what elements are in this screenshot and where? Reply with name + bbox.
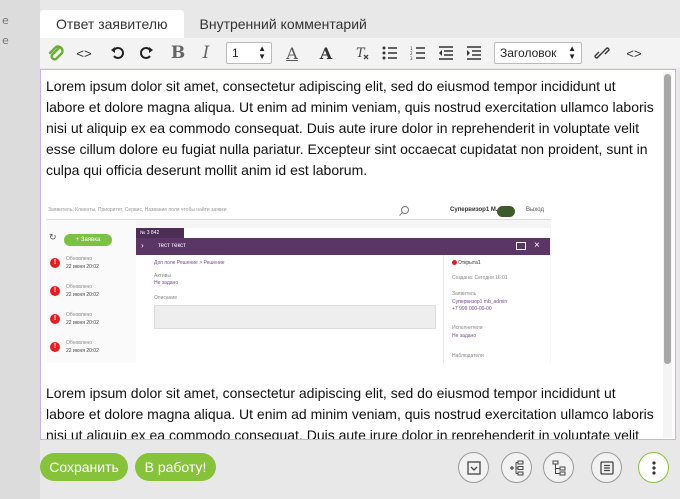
add-subtask-icon <box>509 460 523 475</box>
select-arrows-icon: ▲ ▼ <box>568 44 576 61</box>
embedded-observers-label: Наблюдатели <box>452 353 484 359</box>
embedded-ticket-details: Открыта1 Создана: Сегодня 16:01 Заявител… <box>443 255 550 363</box>
background-page-edge: е е <box>0 0 40 499</box>
embedded-ticket-tab: № 3 842 <box>136 228 184 238</box>
action-footer: Сохранить В работу! <box>40 440 680 499</box>
alert-icon: ! <box>50 342 60 352</box>
source-code-button[interactable]: <> <box>72 41 96 65</box>
embedded-executor-label: Исполнители <box>452 325 483 331</box>
avatar <box>497 206 515 217</box>
hierarchy-icon <box>552 460 565 475</box>
embedded-created: Создана: Сегодня 16:01 <box>452 275 508 281</box>
reply-tabs: Ответ заявителю Внутренний комментарий <box>40 10 383 38</box>
list-item-date: 22 июня 20:02 <box>66 292 99 298</box>
outdent-icon[interactable] <box>434 41 458 65</box>
heading-select-value: Заголовок <box>500 46 557 60</box>
list-item: ! Обновлено 22 июня 20:02 <box>48 338 136 360</box>
maximize-icon <box>516 242 526 250</box>
embedded-search-placeholder: Заявитель, Клиенты, Приоритет, Сервис, Н… <box>48 207 227 213</box>
embedded-header: Заявитель, Клиенты, Приоритет, Сервис, Н… <box>46 203 551 220</box>
to-work-button[interactable]: В работу! <box>135 453 216 481</box>
embedded-executor-value: Не задано <box>452 333 477 339</box>
embedded-description-field <box>154 305 436 329</box>
reply-editor[interactable]: Lorem ipsum dolor sit amet, consectetur … <box>40 69 676 440</box>
font-size-value: 1 <box>232 46 239 60</box>
redo-icon[interactable] <box>134 41 158 65</box>
list-item-label: Обновлено <box>66 340 93 346</box>
list-item-date: 22 июня 20:02 <box>66 264 99 270</box>
list-item-label: Обновлено <box>66 284 93 290</box>
status-dot-icon <box>452 260 457 266</box>
list-item-date: 22 июня 20:02 <box>66 348 99 354</box>
chevron-right-icon: › <box>141 241 144 250</box>
hierarchy-button[interactable] <box>543 452 574 483</box>
list-item-label: Обновлено <box>66 256 93 262</box>
embedded-status-text: Открыта1 <box>458 260 481 266</box>
tab-reply-to-applicant[interactable]: Ответ заявителю <box>40 10 184 38</box>
list-item: ! Обновлено 22 июня 20:02 <box>48 254 136 276</box>
background-text: е <box>2 34 9 47</box>
alert-icon: ! <box>50 258 60 268</box>
document-button[interactable] <box>591 452 622 483</box>
embedded-modal-body: Доп поле Решение > Решение Активы Не зад… <box>136 255 550 363</box>
document-icon <box>599 460 614 475</box>
embedded-description-label: Описание <box>154 295 178 301</box>
search-icon <box>399 206 409 216</box>
alert-icon: ! <box>50 286 60 296</box>
embedded-exit: Выход <box>526 207 544 213</box>
save-button[interactable]: Сохранить <box>40 453 128 481</box>
code-icon[interactable]: <> <box>622 41 646 65</box>
embedded-modal-title: тест текст <box>158 243 186 249</box>
template-button[interactable] <box>458 452 489 483</box>
bold-button[interactable]: B <box>166 41 190 65</box>
svg-text:3: 3 <box>410 56 413 60</box>
link-icon[interactable] <box>590 41 614 65</box>
indent-icon[interactable] <box>462 41 486 65</box>
undo-icon[interactable] <box>106 41 130 65</box>
embedded-user-name: Супервизор1 М. <box>450 207 498 213</box>
attach-icon[interactable] <box>44 41 68 65</box>
background-color-button[interactable]: A <box>314 41 338 65</box>
embedded-phone: +7 999 000-00-00 <box>452 306 492 312</box>
tab-internal-comment[interactable]: Внутренний комментарий <box>184 10 383 38</box>
more-button[interactable] <box>638 452 669 483</box>
add-subtask-button[interactable] <box>501 452 532 483</box>
background-text: е <box>2 14 9 27</box>
embedded-assets-label: Активы <box>154 273 171 279</box>
text-color-button[interactable]: A <box>280 41 304 65</box>
editor-toolbar: <> B I 1 ▲ ▼ A A T 123 Заголовок ▲ ▼ <> <box>40 38 680 68</box>
template-icon <box>466 460 481 475</box>
embedded-applicant: Супервизор1 mb_admin <box>452 299 508 305</box>
editor-scroll-thumb[interactable] <box>664 74 671 364</box>
embedded-ticket-list: ↻ + Заявка ! Обновлено 22 июня 20:02 ! О… <box>46 220 136 363</box>
embedded-modal-header: › тест текст × <box>136 238 550 255</box>
close-icon: × <box>534 240 540 251</box>
editor-paragraph: Lorem ipsum dolor sit amet, consectetur … <box>46 385 654 440</box>
editor-paragraph: Lorem ipsum dolor sit amet, consectetur … <box>46 78 654 178</box>
select-arrows-icon: ▲ ▼ <box>258 44 266 61</box>
embedded-status: Открыта1 <box>452 260 481 266</box>
list-item-date: 22 июня 20:02 <box>66 320 99 326</box>
embedded-screenshot: Заявитель, Клиенты, Приоритет, Сервис, Н… <box>46 203 551 363</box>
list-item: ! Обновлено 22 июня 20:02 <box>48 310 136 332</box>
clear-format-icon[interactable]: T <box>350 41 374 65</box>
embedded-ticket-modal: № 3 842 › тест текст × Доп поле Решение … <box>136 228 550 363</box>
font-size-select[interactable]: 1 ▲ ▼ <box>226 42 272 64</box>
reply-panel: Ответ заявителю Внутренний комментарий <… <box>40 0 680 499</box>
italic-button[interactable]: I <box>194 41 218 65</box>
heading-select[interactable]: Заголовок ▲ ▼ <box>494 42 582 64</box>
embedded-add-button: + Заявка <box>64 234 112 246</box>
embedded-assets-value: Не задано <box>154 280 179 286</box>
more-vertical-icon <box>651 460 656 475</box>
list-item-label: Обновлено <box>66 312 93 318</box>
embedded-applicant-label: Заявитель <box>452 291 477 297</box>
embedded-path: Доп поле Решение > Решение <box>154 260 225 266</box>
numbered-list-icon[interactable]: 123 <box>406 41 430 65</box>
editor-content: Lorem ipsum dolor sit amet, consectetur … <box>46 76 658 440</box>
bullet-list-icon[interactable] <box>378 41 402 65</box>
alert-icon: ! <box>50 314 60 324</box>
refresh-icon: ↻ <box>49 232 57 242</box>
list-item: ! Обновлено 22 июня 20:02 <box>48 282 136 304</box>
